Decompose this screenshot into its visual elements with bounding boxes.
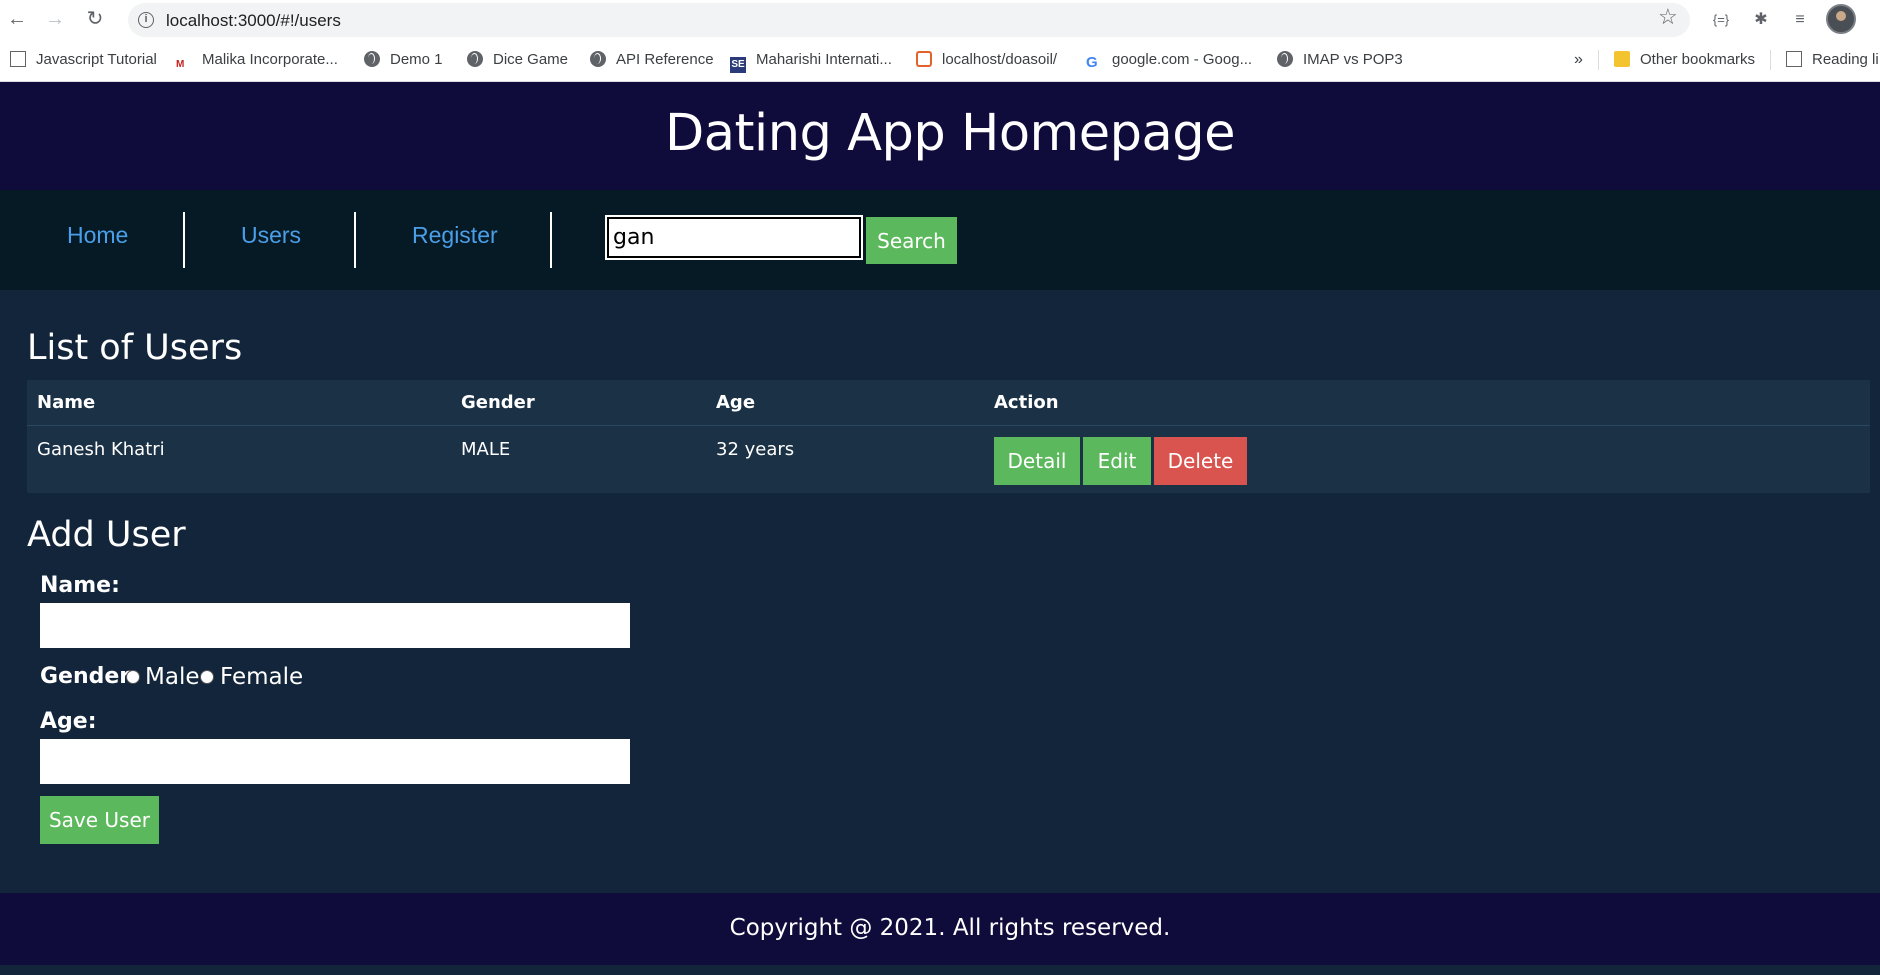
folder-icon bbox=[1614, 51, 1630, 67]
search-button[interactable]: Search bbox=[866, 217, 957, 264]
gender-label: Gender: bbox=[40, 664, 139, 689]
reading-list[interactable]: Reading li bbox=[1786, 48, 1879, 72]
profile-avatar[interactable] bbox=[1826, 4, 1856, 34]
nav-divider bbox=[550, 212, 552, 268]
bookmark-label: API Reference bbox=[616, 51, 714, 68]
malika-icon: M bbox=[176, 59, 185, 70]
nav-link-users[interactable]: Users bbox=[241, 222, 301, 249]
forward-arrow-icon[interactable]: → bbox=[42, 6, 68, 32]
bookmark-label: IMAP vs POP3 bbox=[1303, 51, 1403, 68]
back-arrow-icon[interactable]: ← bbox=[4, 6, 30, 32]
nav-divider bbox=[354, 212, 356, 268]
browser-chrome: ← → ↻ i localhost:3000/#!/users ☆ {=} ✱ … bbox=[0, 0, 1880, 82]
page-title: Dating App Homepage bbox=[665, 104, 1235, 163]
bookmark-api-reference[interactable]: API Reference bbox=[590, 48, 714, 72]
puzzle-extensions-icon[interactable]: ✱ bbox=[1747, 7, 1775, 33]
se-icon: SE bbox=[730, 57, 746, 73]
nav-divider bbox=[183, 212, 185, 268]
bookmark-dice-game[interactable]: Dice Game bbox=[467, 48, 568, 72]
navbar: Home Users Register Search bbox=[0, 190, 1880, 290]
address-url[interactable]: localhost:3000/#!/users bbox=[166, 11, 341, 31]
save-user-button[interactable]: Save User bbox=[40, 796, 159, 844]
other-bookmarks[interactable]: Other bookmarks bbox=[1614, 48, 1755, 72]
column-header-age: Age bbox=[716, 392, 756, 413]
nav-link-home[interactable]: Home bbox=[67, 222, 128, 249]
users-section-title: List of Users bbox=[27, 328, 243, 368]
bookmark-label: localhost/doasoil/ bbox=[942, 51, 1058, 68]
bookmark-maharishi[interactable]: SE Maharishi Internati... bbox=[730, 48, 892, 73]
gender-male-label: Male bbox=[145, 664, 200, 690]
page-icon bbox=[10, 51, 26, 67]
gender-female-radio[interactable] bbox=[200, 670, 214, 684]
bookmarks-divider bbox=[1770, 50, 1771, 70]
age-label: Age: bbox=[40, 709, 97, 734]
page-bottom bbox=[0, 965, 1880, 975]
bookmark-label: Maharishi Internati... bbox=[756, 51, 892, 68]
search-input[interactable] bbox=[605, 215, 863, 260]
users-table: Name Gender Age Action Ganesh Khatri MAL… bbox=[27, 380, 1870, 493]
site-info-icon[interactable]: i bbox=[138, 12, 154, 28]
bookmark-google[interactable]: Ggoogle.com - Goog... bbox=[1086, 48, 1252, 72]
bookmark-label: Demo 1 bbox=[390, 51, 443, 68]
globe-icon bbox=[590, 51, 606, 67]
gender-female-label: Female bbox=[220, 664, 304, 690]
globe-icon bbox=[364, 51, 380, 67]
column-header-name: Name bbox=[37, 392, 96, 413]
gender-male-radio[interactable] bbox=[126, 670, 140, 684]
bookmark-label: google.com - Goog... bbox=[1112, 51, 1253, 68]
xampp-icon bbox=[916, 51, 932, 67]
detail-button[interactable]: Detail bbox=[994, 437, 1080, 485]
bookmarks-overflow-chevron-icon[interactable]: » bbox=[1574, 48, 1583, 72]
globe-icon bbox=[1277, 51, 1293, 67]
column-header-action: Action bbox=[994, 392, 1059, 413]
globe-icon bbox=[467, 51, 483, 67]
bookmark-label: Javascript Tutorial bbox=[36, 51, 157, 68]
bookmarks-bar: Javascript Tutorial M Malika Incorporate.… bbox=[0, 46, 1880, 74]
name-field[interactable] bbox=[40, 603, 630, 648]
url-row: ← → ↻ i localhost:3000/#!/users ☆ {=} ✱ … bbox=[0, 0, 1880, 40]
bookmark-localhost-doasoil[interactable]: localhost/doasoil/ bbox=[916, 48, 1057, 72]
bookmark-demo-1[interactable]: Demo 1 bbox=[364, 48, 443, 72]
edit-button[interactable]: Edit bbox=[1083, 437, 1151, 485]
bookmark-imap-vs-pop3[interactable]: IMAP vs POP3 bbox=[1277, 48, 1403, 72]
reload-icon[interactable]: ↻ bbox=[82, 6, 108, 32]
google-icon: G bbox=[1086, 54, 1098, 71]
footer-copyright: Copyright @ 2021. All rights reserved. bbox=[729, 915, 1171, 941]
reading-list-label: Reading li bbox=[1812, 51, 1879, 68]
bookmark-javascript-tutorial[interactable]: Javascript Tutorial bbox=[10, 48, 157, 72]
reading-list-icon bbox=[1786, 51, 1802, 67]
add-user-title: Add User bbox=[27, 515, 186, 555]
bookmark-star-icon[interactable]: ☆ bbox=[1658, 4, 1678, 30]
user-gender-cell: MALE bbox=[461, 439, 511, 460]
delete-button[interactable]: Delete bbox=[1154, 437, 1247, 485]
user-name-cell: Ganesh Khatri bbox=[37, 439, 165, 460]
user-age-cell: 32 years bbox=[716, 439, 795, 460]
name-label: Name: bbox=[40, 573, 120, 598]
bookmarks-divider bbox=[1598, 50, 1599, 70]
address-bar[interactable]: i localhost:3000/#!/users bbox=[128, 3, 1690, 37]
age-field[interactable] bbox=[40, 739, 630, 784]
app-header: Dating App Homepage bbox=[0, 82, 1880, 190]
nav-link-register[interactable]: Register bbox=[412, 222, 498, 249]
other-bookmarks-label: Other bookmarks bbox=[1640, 51, 1756, 68]
media-queue-icon[interactable]: ≡ bbox=[1786, 7, 1814, 33]
bookmark-label: Dice Game bbox=[493, 51, 569, 68]
extension-braces-icon[interactable]: {=} bbox=[1707, 7, 1735, 33]
column-header-gender: Gender bbox=[461, 392, 535, 413]
bookmark-malika[interactable]: M Malika Incorporate... bbox=[176, 48, 338, 72]
footer: Copyright @ 2021. All rights reserved. bbox=[0, 893, 1880, 965]
bookmark-label: Malika Incorporate... bbox=[202, 51, 338, 68]
table-header: Name Gender Age Action bbox=[27, 380, 1870, 426]
